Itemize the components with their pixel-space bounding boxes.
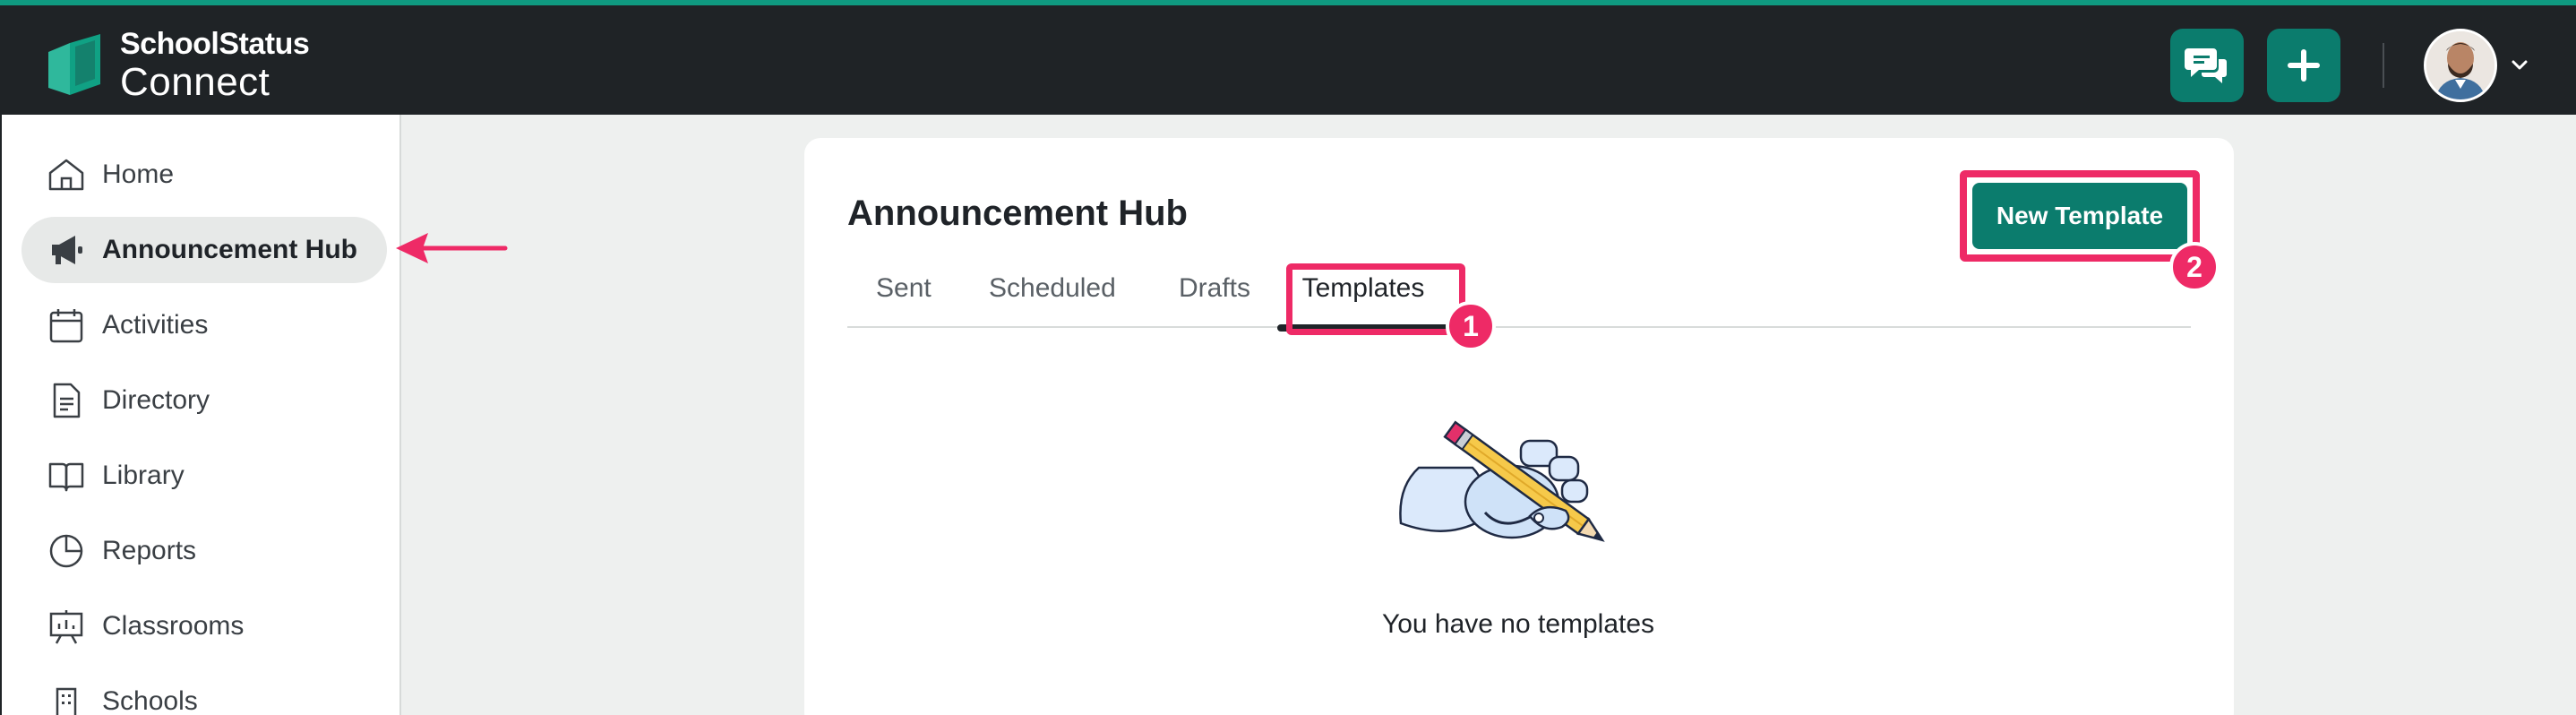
brand-product: Connect (120, 60, 270, 104)
sidebar-item-classrooms[interactable]: Classrooms (21, 593, 387, 659)
sidebar-item-library[interactable]: Library (21, 443, 387, 509)
templates-tab-highlight (1286, 263, 1465, 335)
top-bar: SchoolStatus Connect (0, 0, 2576, 115)
tab-scheduled[interactable]: Scheduled (989, 265, 1116, 328)
sidebar-item-label: Activities (102, 310, 209, 340)
megaphone-icon (47, 230, 86, 270)
chevron-down-icon[interactable] (2510, 56, 2529, 75)
book-icon (47, 456, 86, 495)
sidebar-item-label: Directory (102, 385, 210, 415)
home-icon (47, 155, 86, 194)
user-avatar[interactable] (2424, 29, 2497, 102)
sidebar-item-announcement-hub[interactable]: Announcement Hub (21, 217, 387, 283)
sidebar-item-label: Classrooms (102, 611, 245, 641)
chat-bubbles-icon (2185, 48, 2227, 83)
topbar-divider (2383, 43, 2384, 88)
tab-sent[interactable]: Sent (876, 265, 932, 328)
empty-state-message: You have no templates (1381, 609, 1655, 639)
schoolstatus-logo-icon (48, 34, 100, 95)
sidebar-item-directory[interactable]: Directory (21, 367, 387, 434)
sidebar-item-label: Home (102, 159, 175, 189)
sidebar-item-label: Library (102, 461, 185, 490)
calendar-icon (47, 306, 86, 345)
tab-bar: Sent Scheduled Drafts Templates (847, 265, 2191, 332)
add-button[interactable] (2267, 29, 2340, 102)
sidebar-item-home[interactable]: Home (21, 142, 387, 208)
sidebar: Home Announcement Hub Activities Directo… (0, 115, 401, 715)
brand[interactable]: SchoolStatus Connect (45, 27, 310, 104)
tab-drafts[interactable]: Drafts (1179, 265, 1250, 328)
sidebar-item-label: Announcement Hub (102, 235, 357, 264)
document-icon (47, 381, 86, 420)
chat-button[interactable] (2170, 29, 2244, 102)
sidebar-item-label: Reports (102, 536, 197, 565)
sidebar-item-schools[interactable]: Schools (21, 668, 387, 715)
person-avatar-icon (2426, 31, 2494, 99)
building-icon (47, 682, 86, 715)
brand-name: SchoolStatus (120, 27, 310, 61)
plus-icon (2288, 49, 2320, 82)
robot-hand-pencil-icon (1399, 420, 1605, 542)
page-title: Announcement Hub (847, 194, 1188, 233)
pie-chart-icon (47, 531, 86, 571)
step-badge-1: 1 (1446, 301, 1496, 351)
sidebar-item-activities[interactable]: Activities (21, 292, 387, 358)
annotation-arrow-icon (396, 233, 508, 263)
new-template-highlight (1960, 170, 2200, 262)
sidebar-item-label: Schools (102, 686, 198, 715)
presentation-icon (47, 607, 86, 646)
step-badge-2: 2 (2169, 242, 2220, 292)
sidebar-item-reports[interactable]: Reports (21, 518, 387, 584)
